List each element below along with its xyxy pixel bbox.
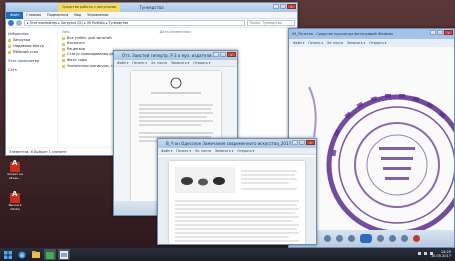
close-button[interactable]: × — [444, 30, 453, 35]
maximize-button[interactable]: □ — [220, 52, 226, 57]
rotate-left-button[interactable] — [388, 235, 396, 242]
clock-date: 10.05.2017 — [430, 254, 451, 258]
start-button[interactable] — [2, 249, 14, 260]
nav-this-pc[interactable]: Этот компьютер — [8, 58, 55, 64]
maximize-button[interactable]: □ — [280, 4, 286, 9]
document-scan — [175, 167, 299, 242]
close-button[interactable]: × — [227, 52, 236, 57]
taskbar-ie[interactable]: e — [16, 249, 28, 260]
menu-open[interactable]: Открыть ▾ — [193, 61, 210, 65]
window-title: В_Ч он Одесское Замечание современного и… — [166, 141, 295, 146]
menu-burn[interactable]: Записать ▾ — [215, 149, 233, 153]
menu-file[interactable]: Файл ▾ — [161, 149, 172, 153]
menu-file[interactable]: Файл ▾ — [293, 41, 304, 45]
nav-network[interactable]: Сеть — [8, 67, 55, 73]
store-icon — [46, 251, 54, 259]
window-controls: – □ × — [273, 4, 296, 9]
network-icon[interactable] — [418, 252, 421, 255]
menu-print[interactable]: Печать ▾ — [176, 149, 191, 153]
menu-email[interactable]: Эл. почта — [195, 149, 211, 153]
clock[interactable]: 14:25 10.05.2017 — [431, 250, 451, 258]
close-button[interactable]: × — [306, 140, 315, 145]
menu-file[interactable]: Файл ▾ — [117, 61, 128, 65]
menu-bar: Файл ▾ Печать ▾ Эл. почта Записать ▾ Отк… — [158, 148, 316, 155]
window-controls: – □ × — [213, 52, 236, 57]
desktop-icon-label: Запрет на объек... — [7, 172, 23, 180]
delete-button[interactable] — [412, 235, 420, 242]
title-bar[interactable]: В_Ч он Одесское Замечание современного и… — [158, 139, 316, 148]
svg-text:e: e — [20, 252, 24, 259]
minimize-button[interactable]: – — [213, 52, 219, 57]
window-title: Отз. Заистей гипертр. Р 3 о муз. издател… — [122, 53, 216, 58]
title-bar[interactable]: 09_Печатка - Средство просмотра фотограф… — [289, 29, 454, 39]
tab-file[interactable]: Файл — [6, 11, 24, 19]
tab-share[interactable]: Поделиться — [44, 13, 71, 17]
address-row: ▸ Этот компьютер ▸ Загрузки (D:) ▸ Ilf/ … — [6, 19, 297, 28]
search-input[interactable]: Поиск: Тунеядства — [247, 20, 295, 26]
menu-bar: Файл ▾ Печать ▾ Эл. почта Записать ▾ Отк… — [114, 60, 237, 67]
menu-burn[interactable]: Записать ▾ — [171, 61, 189, 65]
menu-open[interactable]: Открыть ▾ — [369, 41, 386, 45]
taskbar-store[interactable] — [44, 249, 56, 260]
navigation-pane: Избранное Загрузки Недавние места Рабочи… — [6, 28, 58, 147]
windows-logo-icon — [4, 250, 12, 259]
taskbar: e 14:25 10.05.2017 — [0, 248, 455, 261]
close-button[interactable]: × — [287, 4, 296, 9]
desktop-icon-pdf-1[interactable]: Запрет на объек... — [4, 162, 26, 180]
previous-button[interactable] — [347, 235, 355, 242]
menu-email[interactable]: Эл. почта — [327, 41, 343, 45]
window-controls: – □ × — [292, 140, 315, 145]
document-page — [169, 161, 305, 244]
context-tab[interactable]: Средства работы с рисунками — [58, 3, 121, 12]
window-controls: – □ × — [430, 30, 453, 35]
nav-item-desktop[interactable]: Рабочий стол — [8, 49, 55, 55]
forward-button[interactable] — [16, 20, 22, 26]
tab-home[interactable]: Главная — [23, 13, 44, 17]
back-button[interactable] — [8, 20, 14, 26]
menu-open[interactable]: Открыть ▾ — [237, 149, 254, 153]
menu-email[interactable]: Эл. почта — [151, 61, 167, 65]
title-bar[interactable]: Отз. Заистей гипертр. Р 3 о муз. издател… — [114, 51, 237, 60]
desktop-icon-label: Выход в Adobe — [8, 203, 22, 211]
minimize-button[interactable]: – — [273, 4, 279, 9]
menu-burn[interactable]: Записать ▾ — [347, 41, 365, 45]
title-bar[interactable]: Тунеядства Средства работы с рисунками –… — [6, 3, 297, 12]
maximize-button[interactable]: □ — [299, 140, 305, 145]
front-viewer-window[interactable]: В_Ч он Одесское Замечание современного и… — [157, 138, 317, 245]
menu-print[interactable]: Печать ▾ — [132, 61, 147, 65]
taskbar-viewer[interactable] — [58, 249, 70, 260]
minimize-button[interactable]: – — [430, 30, 436, 35]
menu-print[interactable]: Печать ▾ — [308, 41, 323, 45]
address-bar[interactable]: ▸ Этот компьютер ▸ Загрузки (D:) ▸ Ilf/ … — [24, 20, 245, 26]
menu-bar: Файл ▾ Печать ▾ Эл. почта Записать ▾ Отк… — [289, 39, 454, 47]
actual-size-button[interactable] — [335, 235, 343, 242]
pdf-icon — [10, 193, 20, 203]
tab-view[interactable]: Вид — [71, 13, 84, 17]
internet-explorer-icon: e — [18, 251, 26, 259]
volume-icon[interactable] — [424, 252, 427, 255]
window-title: Тунеядства — [139, 5, 164, 10]
pdf-icon — [10, 162, 20, 172]
zoom-button[interactable] — [323, 235, 331, 242]
tab-manage[interactable]: Управление — [84, 13, 111, 17]
maximize-button[interactable]: □ — [437, 30, 443, 35]
document-canvas — [158, 157, 316, 244]
photo-viewer-icon — [60, 250, 68, 259]
minimize-button[interactable]: – — [292, 140, 298, 145]
slideshow-button[interactable] — [359, 234, 372, 243]
folder-icon — [32, 251, 40, 258]
desktop-icon-pdf-2[interactable]: Выход в Adobe — [4, 193, 26, 211]
window-title: 09_Печатка - Средство просмотра фотограф… — [292, 32, 393, 36]
taskbar-explorer[interactable] — [30, 249, 42, 260]
next-button[interactable] — [376, 235, 384, 242]
ribbon-tabs: Файл Главная Поделиться Вид Управление — [6, 11, 297, 19]
rotate-right-button[interactable] — [400, 235, 408, 242]
